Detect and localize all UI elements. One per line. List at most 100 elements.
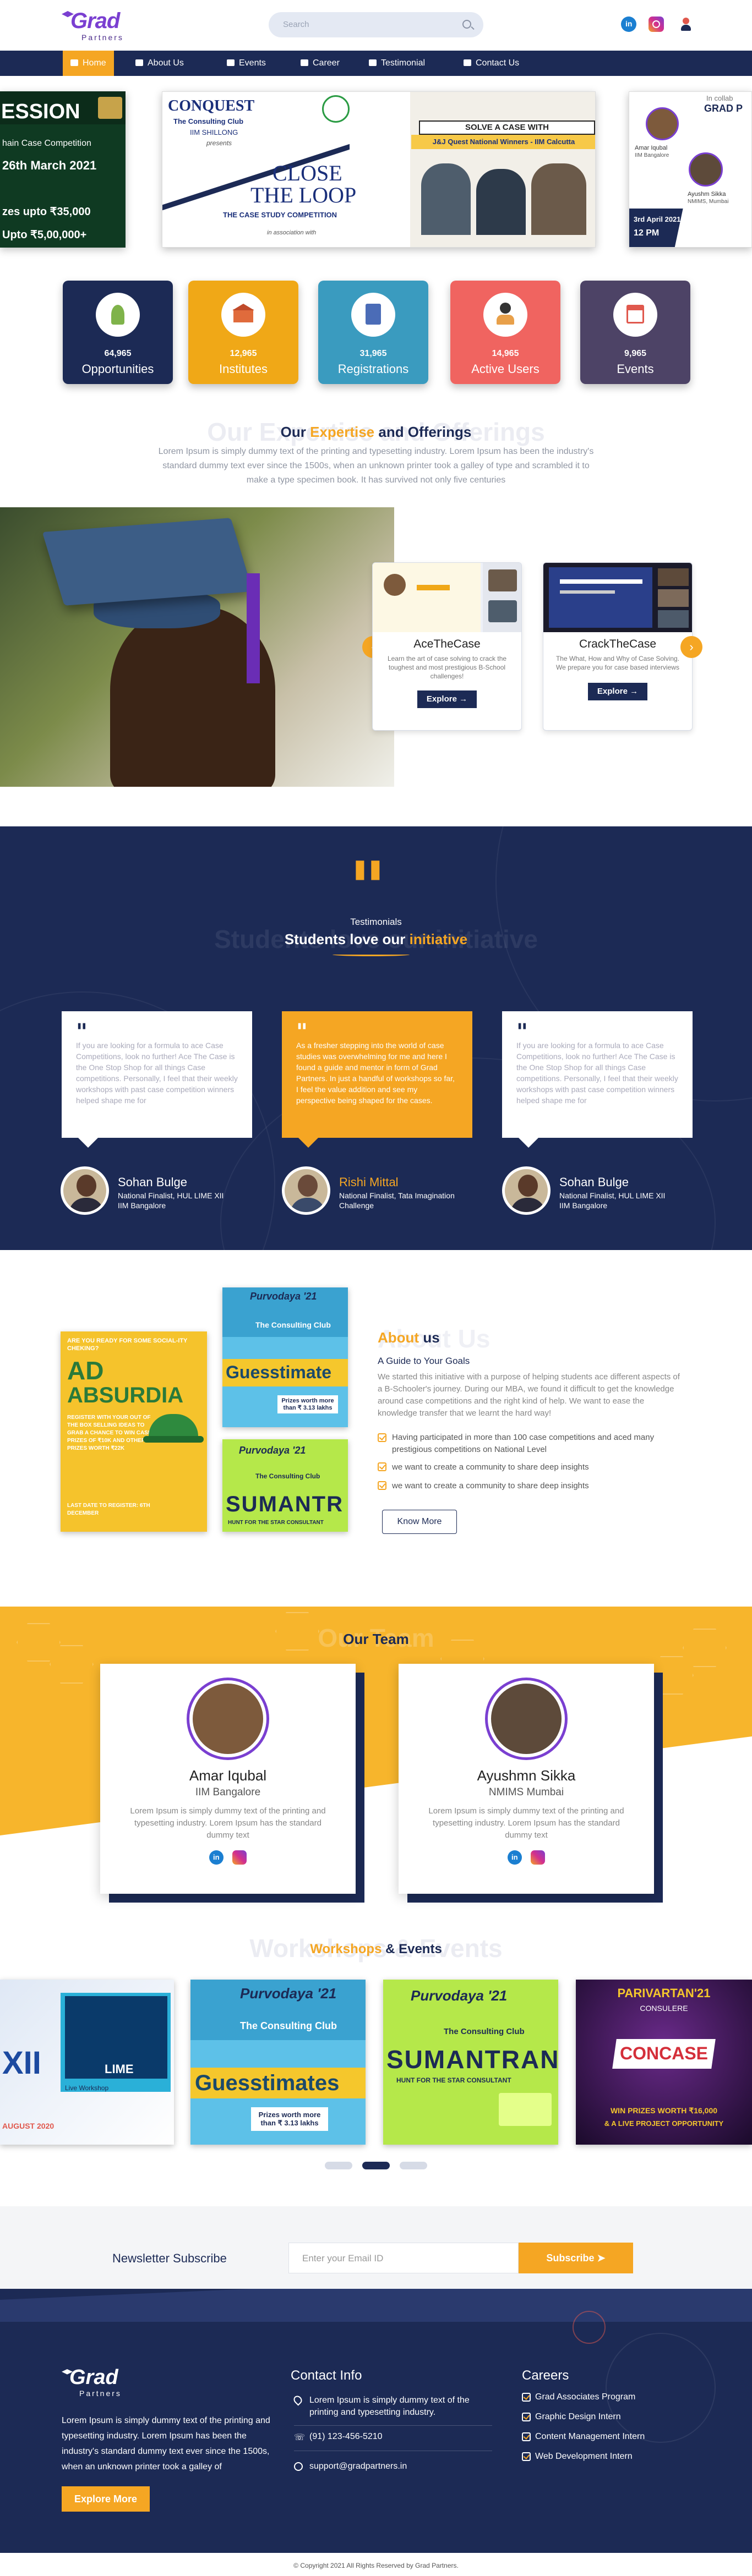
poster-ad-absurdia[interactable]: ARE YOU READY FOR SOME SOCIAL-ITY CHEKIN… — [61, 1331, 207, 1532]
explore-more-button[interactable]: Explore More — [62, 2486, 150, 2512]
subscribe-button[interactable]: Subscribe ➤ — [519, 2243, 633, 2273]
team-heading: Our Team — [343, 1631, 409, 1647]
stat-opportunities: 64,965 Opportunities — [63, 281, 173, 384]
logo[interactable]: Grad Partners — [62, 8, 133, 42]
contact-email[interactable]: support@gradpartners.in — [294, 2462, 407, 2471]
case-study-comp: THE CASE STUDY COMPETITION — [223, 211, 337, 219]
nav-career[interactable]: Career — [293, 51, 347, 76]
career-link[interactable]: Web Development Intern — [522, 2452, 633, 2462]
person-name: Sohan Bulge — [118, 1175, 187, 1189]
arrow-right-icon: → — [630, 687, 639, 696]
stat-number: 12,965 — [230, 349, 257, 358]
linkedin-icon[interactable]: in — [209, 1850, 224, 1865]
nav-about[interactable]: About Us — [128, 51, 192, 76]
nav-testimonial[interactable]: Testimonial — [361, 51, 433, 76]
footer-logo[interactable]: Grad Partners — [62, 2366, 150, 2404]
explore-button[interactable]: Explore → — [588, 683, 647, 700]
search-placeholder: Search — [283, 20, 309, 29]
check-icon — [378, 1481, 386, 1490]
calendar-icon — [227, 59, 235, 66]
newsletter-title: Newsletter Subscribe — [112, 2251, 227, 2265]
logo-sub: Partners — [81, 33, 124, 42]
stat-label: Registrations — [337, 362, 409, 376]
card-crackthecase[interactable]: CrackTheCase The What, How and Why of Ca… — [543, 562, 693, 731]
stat-number: 14,965 — [492, 349, 519, 358]
member-socials: in — [100, 1850, 356, 1865]
search-icon[interactable] — [462, 20, 471, 29]
search-input[interactable]: Search — [269, 12, 483, 37]
workshop-poster-sumantran[interactable]: Purvodaya '21 The Consulting Club SUMANT… — [383, 1980, 558, 2145]
avatar — [502, 1166, 551, 1215]
stat-label: Events — [617, 362, 654, 376]
card-title: CrackTheCase — [579, 638, 657, 650]
banner-right[interactable]: In collab GRAD P Amar Iqubal IIM Bangalo… — [629, 91, 752, 248]
logo-text: Grad — [70, 9, 120, 33]
stat-registrations: 31,965 Registrations — [318, 281, 428, 384]
stat-active-users: 14,965 Active Users — [450, 281, 560, 384]
carousel-dot[interactable] — [325, 2162, 352, 2169]
carousel-dot-active[interactable] — [362, 2162, 390, 2169]
person-role: National Finalist, Tata Imagination Chall… — [339, 1191, 455, 1210]
jj-quest-sub: J&J Quest National Winners - IIM Calcutt… — [411, 135, 595, 149]
nav-home[interactable]: Home — [63, 51, 114, 76]
team-member-card: Ayushmn Sikka NMIMS Mumbai Lorem Ipsum i… — [399, 1664, 654, 1894]
banner-time: 12 PM — [634, 228, 660, 238]
stat-number: 9,965 — [624, 349, 647, 358]
calendar-icon — [613, 293, 657, 337]
carousel-dot[interactable] — [400, 2162, 427, 2169]
card-acethecase[interactable]: AceTheCase Learn the art of case solving… — [372, 562, 522, 731]
banner-left-date: 26th March 2021 — [2, 158, 97, 172]
member-desc: Lorem Ipsum is simply dummy text of the … — [130, 1806, 326, 1840]
quote-icon: " — [516, 1019, 528, 1045]
workshops-heading: Workshops & Events Workshops & Events — [0, 1934, 752, 1963]
instagram-icon[interactable] — [531, 1850, 546, 1865]
banner-left-prize2: Upto ₹5,00,000+ — [2, 229, 87, 241]
email-input[interactable]: Enter your Email ID — [288, 2243, 519, 2273]
stat-number: 64,965 — [104, 349, 132, 358]
poster-guesstimate[interactable]: Purvodaya '21 The Consulting Club Guesst… — [222, 1287, 348, 1427]
nav-events[interactable]: Events — [219, 51, 274, 76]
users-icon — [483, 293, 527, 337]
speaker1-school: IIM Bangalore — [635, 152, 669, 158]
linkedin-icon[interactable]: in — [621, 17, 636, 32]
person-role: National Finalist, HUL LIME XII IIM Banga… — [559, 1191, 666, 1210]
career-link[interactable]: Content Management Intern — [522, 2432, 645, 2442]
presents: presents — [206, 139, 232, 147]
speaker2-school: NMIMS, Mumbai — [688, 199, 729, 205]
explore-button[interactable]: Explore → — [417, 690, 477, 708]
check-icon — [378, 1433, 386, 1442]
collab-tag: In collab — [706, 94, 733, 102]
testimonial-text: If you are looking for a formula to ace … — [76, 1041, 238, 1105]
avatar — [488, 1680, 565, 1757]
member-desc: Lorem Ipsum is simply dummy text of the … — [428, 1806, 624, 1840]
user-icon[interactable] — [678, 17, 694, 32]
workshop-poster-lime[interactable]: XII LIME Live Workshop AUGUST 2020 — [0, 1980, 174, 2145]
contact-phone[interactable]: ☏ (91) 123-456-5210 — [294, 2432, 383, 2442]
poster-sumantr[interactable]: Purvodaya '21 The Consulting Club SUMANT… — [222, 1439, 348, 1532]
location-icon — [292, 2394, 304, 2406]
workshop-poster-guesstimates[interactable]: Purvodaya '21 The Consulting Club Guesst… — [190, 1980, 366, 2145]
know-more-button[interactable]: Know More — [382, 1510, 457, 1534]
avatar — [61, 1166, 109, 1215]
instagram-icon[interactable] — [649, 17, 664, 32]
linkedin-icon[interactable]: in — [507, 1850, 522, 1865]
person-role: National Finalist, HUL LIME XII IIM Banga… — [118, 1191, 224, 1210]
crackthecase-thumb — [543, 563, 692, 632]
member-school: NMIMS Mumbai — [488, 1786, 564, 1798]
banner-center[interactable]: CONQUEST The Consulting Club IIM SHILLON… — [162, 91, 596, 248]
testimonial-text: If you are looking for a formula to ace … — [516, 1041, 678, 1105]
career-link[interactable]: Grad Associates Program — [522, 2392, 635, 2402]
banner-left[interactable]: ESSION hain Case Competition 26th March … — [0, 91, 126, 248]
nav-contact[interactable]: Contact Us — [456, 51, 527, 76]
career-link[interactable]: Graphic Design Intern — [522, 2412, 621, 2422]
stat-label: Opportunities — [81, 362, 154, 376]
team-member-card: Amar Iqubal IIM Bangalore Lorem Ipsum is… — [100, 1664, 356, 1894]
registration-icon — [351, 293, 395, 337]
instagram-icon[interactable] — [232, 1850, 247, 1865]
slider-next-button[interactable]: › — [680, 636, 702, 658]
about-point: Having participated in more than 100 cas… — [378, 1432, 656, 1456]
workshop-poster-concase[interactable]: PARIVARTAN'21 CONSULERE CONCASE WIN PRIZ… — [576, 1980, 752, 2145]
stat-label: Active Users — [471, 362, 540, 376]
card-title: AceTheCase — [413, 638, 481, 650]
consulting-club: The Consulting Club — [173, 117, 244, 125]
